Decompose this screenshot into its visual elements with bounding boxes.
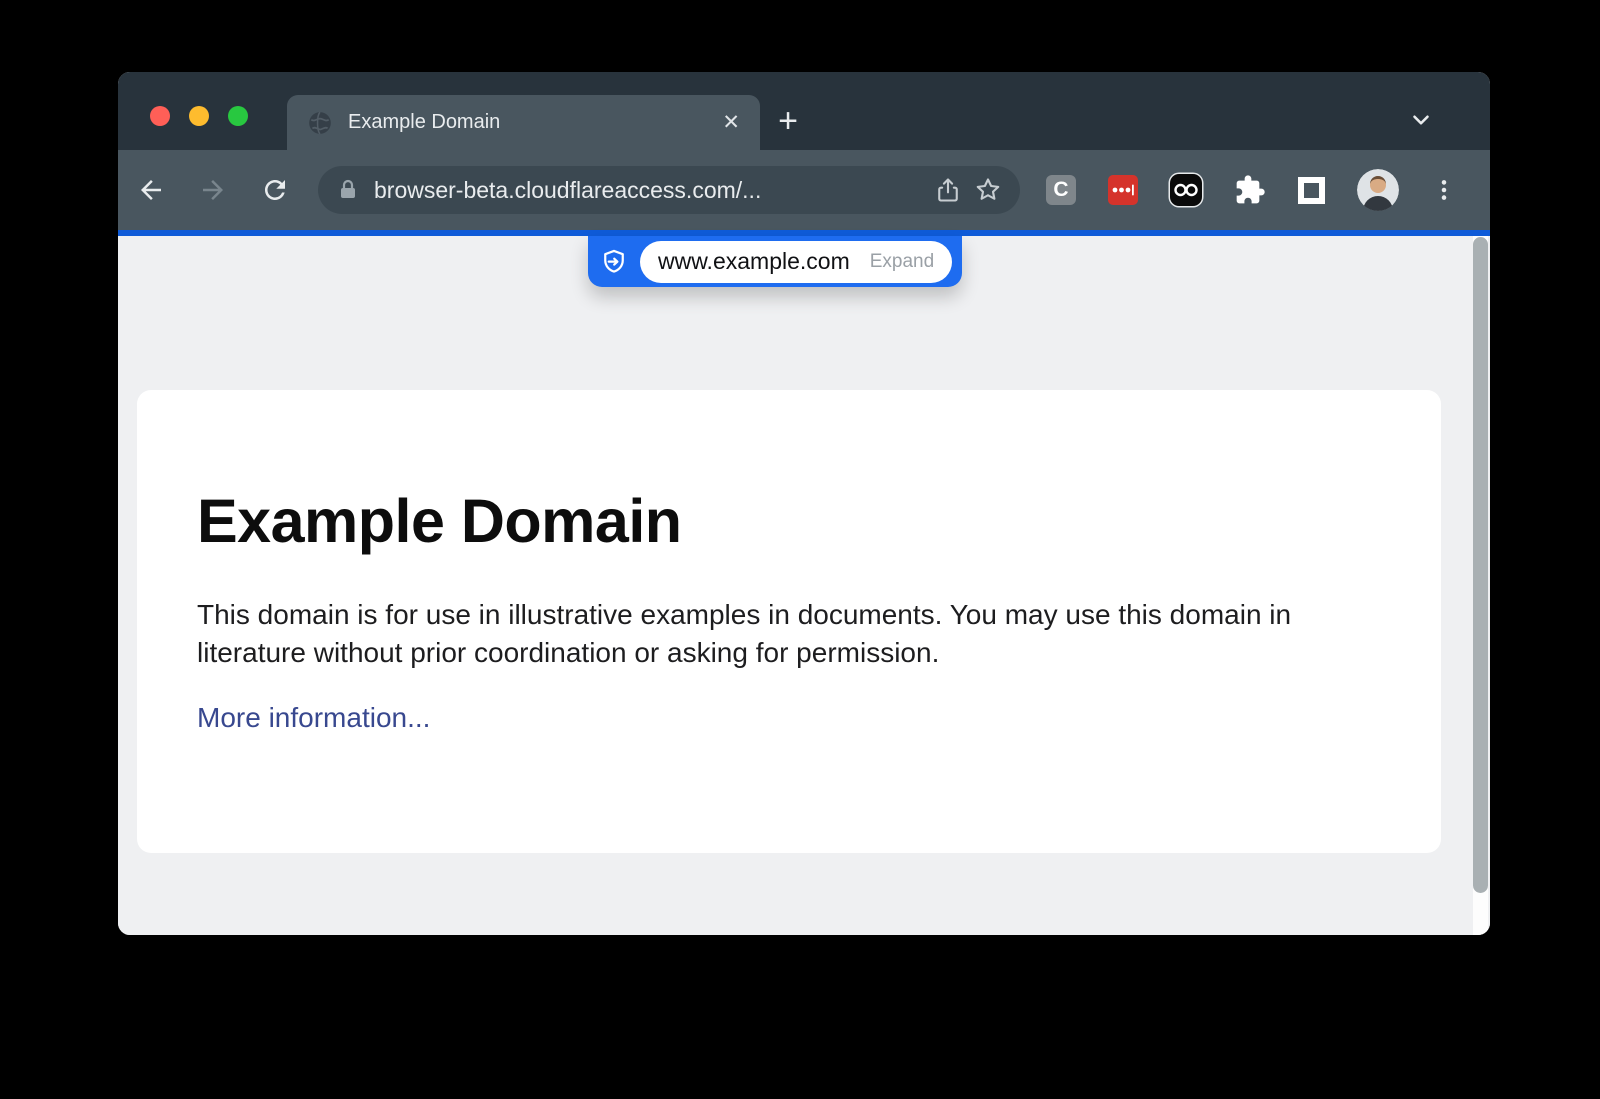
page-paragraph: This domain is for use in illustrative e… — [197, 596, 1352, 672]
browser-tab[interactable]: Example Domain ✕ — [287, 95, 760, 150]
tab-search-chevron-icon[interactable] — [1408, 107, 1434, 133]
globe-favicon-icon — [307, 110, 333, 136]
url-text[interactable]: browser-beta.cloudflareaccess.com/... — [374, 177, 928, 204]
bookmark-star-icon[interactable] — [968, 170, 1008, 210]
window-controls — [150, 106, 248, 126]
desktop-background: Example Domain ✕ + — [0, 0, 1600, 1099]
tab-title: Example Domain — [348, 111, 722, 134]
scrollbar-thumb[interactable] — [1473, 237, 1488, 893]
forward-button[interactable] — [193, 170, 233, 210]
menu-dots-icon[interactable] — [1431, 177, 1457, 203]
expand-button[interactable]: Expand — [870, 251, 934, 273]
scrollbar-track — [1473, 236, 1488, 935]
extension-c-icon[interactable]: C — [1046, 175, 1076, 205]
back-button[interactable] — [131, 170, 171, 210]
browser-toolbar: browser-beta.cloudflareaccess.com/... C — [118, 150, 1490, 230]
page-title: Example Domain — [197, 486, 1381, 556]
side-panel-icon[interactable] — [1298, 177, 1325, 204]
tab-close-icon[interactable]: ✕ — [722, 112, 740, 133]
browser-window: Example Domain ✕ + — [118, 72, 1490, 935]
shield-arrow-icon — [600, 248, 628, 276]
minimize-window-button[interactable] — [189, 106, 209, 126]
extension-lastpass-icon[interactable] — [1108, 175, 1138, 205]
share-icon[interactable] — [928, 170, 968, 210]
extensions-area: C — [1046, 169, 1457, 211]
profile-avatar[interactable] — [1357, 169, 1399, 211]
extension-two-circles-icon[interactable] — [1170, 174, 1202, 206]
extensions-puzzle-icon[interactable] — [1234, 174, 1266, 206]
isolation-banner[interactable]: www.example.com Expand — [588, 236, 962, 287]
isolation-banner-address: www.example.com Expand — [640, 241, 952, 283]
zoom-window-button[interactable] — [228, 106, 248, 126]
reload-button[interactable] — [255, 170, 295, 210]
lock-icon[interactable] — [336, 178, 360, 202]
page-viewport: www.example.com Expand Example Domain Th… — [118, 236, 1490, 935]
new-tab-button[interactable]: + — [770, 103, 806, 139]
close-window-button[interactable] — [150, 106, 170, 126]
address-bar[interactable]: browser-beta.cloudflareaccess.com/... — [318, 166, 1020, 214]
example-domain-card: Example Domain This domain is for use in… — [137, 390, 1441, 853]
isolated-hostname: www.example.com — [658, 248, 850, 275]
more-information-link[interactable]: More information... — [197, 702, 430, 734]
tab-strip: Example Domain ✕ + — [118, 72, 1490, 150]
